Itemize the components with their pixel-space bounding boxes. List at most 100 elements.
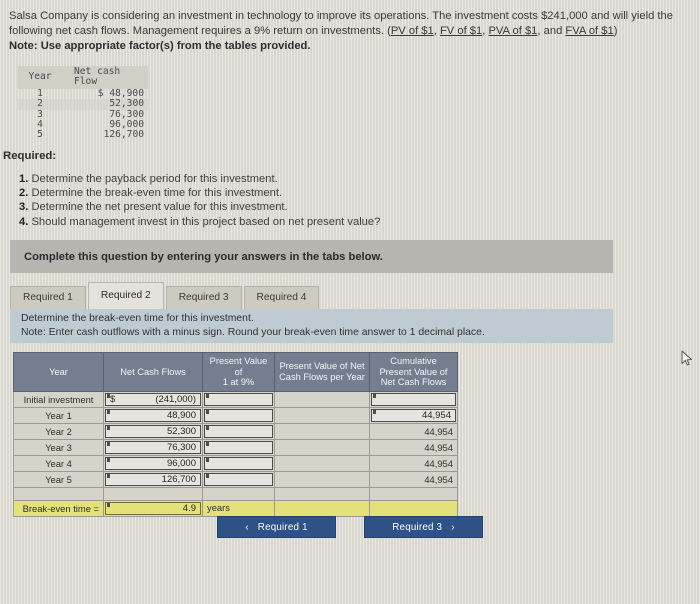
col-header-pv-per-year: Present Value of Net Cash Flows per Year [274,352,370,392]
link-sep-3: , and [537,24,566,37]
table-row: Year 1 48,900 44,954 [13,406,458,424]
cell-pv-per-year [274,390,370,408]
mouse-cursor-icon [681,350,692,366]
cell-net-cash-flow[interactable]: 52,300 [103,422,203,440]
complete-question-banner-text: Complete this question by entering your … [24,250,383,263]
spacer-cell [103,486,203,501]
cell-marker-icon [206,409,209,414]
given-value: 126,700 [103,129,144,141]
cell-pv-per-year [274,438,370,456]
cell-pv-factor[interactable] [202,438,275,456]
cell-marker-icon [206,457,209,462]
input-value: 76,300 [166,441,196,453]
required-item: 3. Determine the net present value for t… [19,200,380,214]
screenshot-root: Salsa Company is considering an investme… [0,0,700,604]
input-pv-factor[interactable] [204,472,273,486]
cell-marker-icon [107,393,110,398]
cell-cumulative: 44,954 [369,470,458,488]
cell-pv-factor[interactable] [202,406,275,424]
input-value: 96,000 [166,457,196,469]
tab-required-2[interactable]: Required 2 [87,282,164,309]
required-item: 2. Determine the break-even time for thi… [19,186,380,200]
cell-cumulative: 44,954 [369,422,458,440]
prev-required-label: Required 1 [257,521,308,533]
spacer-cell [274,486,370,501]
cell-pv-factor[interactable] [202,390,275,408]
cell-pv-per-year [274,454,370,472]
spacer-cell [13,486,104,501]
given-year: 5 [37,129,43,141]
spacer-cell [369,499,458,517]
table-row: Year 5 126,700 44,954 [13,470,458,488]
cell-cumulative[interactable] [369,390,458,408]
required-item: 1. Determine the payback period for this… [19,172,380,186]
next-required-button[interactable]: Required 3 › [364,516,483,538]
cell-marker-icon [107,441,110,446]
prev-required-button[interactable]: ‹ Required 1 [217,516,336,538]
break-even-answer-table: Year Net Cash Flows Present Value of 1 a… [13,352,458,517]
cell-net-cash-flow[interactable]: $ (241,000) [103,390,203,408]
cell-pv-factor[interactable] [202,470,275,488]
cell-marker-icon [373,393,376,398]
break-even-unit-label: years [207,502,230,514]
cell-net-cash-flow[interactable]: 76,300 [103,438,203,456]
cell-break-even-value[interactable]: 4.9 [103,499,203,517]
cell-marker-icon [107,502,110,507]
input-pv-factor[interactable] [204,408,273,422]
input-break-even-time[interactable]: 4.9 [105,501,201,515]
input-net-cash-flow[interactable]: 52,300 [105,424,201,438]
break-even-label: Break-even time = [13,499,104,517]
input-net-cash-flow[interactable]: $ (241,000) [105,392,201,406]
complete-question-banner: Complete this question by entering your … [10,240,613,273]
given-table-row: 5 126,700 [18,129,148,141]
link-fva-of-1[interactable]: FVA of $1 [565,25,613,37]
input-value: 4.9 [182,502,196,514]
row-label-year-3: Year 3 [13,438,104,456]
link-pva-of-1[interactable]: PVA of $1 [488,25,537,37]
instruction-line-2: Note: Enter cash outflows with a minus s… [21,327,485,338]
cell-marker-icon [373,409,376,414]
input-pv-factor[interactable] [204,424,273,438]
given-header-year: Year [18,66,64,89]
input-cumulative[interactable]: 44,954 [371,408,456,422]
problem-note: Note: Use appropriate factor(s) from the… [9,40,311,53]
col-header-pv-per-year-line2: Cash Flows per Year [279,371,365,382]
cell-net-cash-flow[interactable]: 48,900 [103,406,203,424]
input-pv-factor[interactable] [204,456,273,470]
col-header-year: Year [13,352,104,392]
cell-pv-factor[interactable] [202,422,275,440]
given-table-header-row: Year Net cash Flow [18,66,148,89]
cell-pv-factor[interactable] [202,454,275,472]
required-tabs: Required 1 Required 2 Required 3 Require… [10,282,321,309]
input-value: (241,000) [155,393,196,405]
cell-cumulative[interactable]: 44,954 [369,406,458,424]
cell-net-cash-flow[interactable]: 126,700 [103,470,203,488]
next-required-label: Required 3 [392,521,443,533]
col-header-pv-factor-line2: 1 at 9% [222,377,255,388]
tab-required-1[interactable]: Required 1 [10,286,86,309]
cell-net-cash-flow[interactable]: 96,000 [103,454,203,472]
input-net-cash-flow[interactable]: 48,900 [105,408,201,422]
link-fv-of-1[interactable]: FV of $1 [440,25,482,37]
cell-cumulative: 44,954 [369,438,458,456]
table-row: Year 3 76,300 44,954 [13,438,458,456]
tab-required-4[interactable]: Required 4 [243,286,320,309]
link-pv-of-1[interactable]: PV of $1 [391,25,434,37]
input-pv-factor[interactable] [204,440,273,454]
row-label-year-4: Year 4 [13,454,104,472]
input-pv-factor[interactable] [204,392,273,406]
required-item-text: Determine the payback period for this in… [31,173,278,185]
required-list: 1. Determine the payback period for this… [19,172,380,229]
input-cumulative[interactable] [371,392,456,406]
col-header-year-line1: Year [49,366,68,377]
required-heading: Required: [3,150,57,162]
col-header-cumulative-line3: Net Cash Flows [380,377,447,388]
input-net-cash-flow[interactable]: 96,000 [105,456,201,470]
tab-required-3[interactable]: Required 3 [165,286,242,309]
cell-marker-icon [206,393,209,398]
cell-marker-icon [206,425,209,430]
input-net-cash-flow[interactable]: 76,300 [105,440,201,454]
input-value: 48,900 [166,409,196,421]
required-item-number: 4. [19,215,29,228]
input-net-cash-flow[interactable]: 126,700 [105,472,201,486]
